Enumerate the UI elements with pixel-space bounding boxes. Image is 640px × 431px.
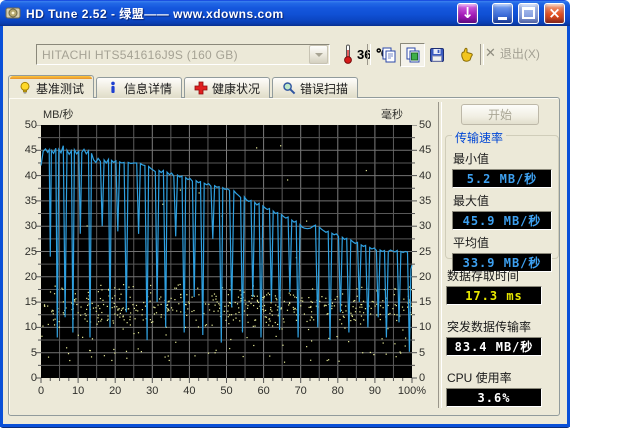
cpu-usage-label: CPU 使用率 bbox=[447, 371, 512, 385]
toolbar-separator bbox=[480, 44, 484, 65]
client-area: HITACHI HTS541616J9S (160 GB) 36 ℃ bbox=[0, 26, 570, 427]
y-tick-label-right: 40 bbox=[419, 169, 432, 182]
options-button[interactable] bbox=[453, 43, 478, 67]
left-axis-title: MB/秒 bbox=[43, 109, 74, 121]
y-tick-label-right: 20 bbox=[419, 270, 432, 283]
y-tick-label-left: 50 bbox=[24, 119, 37, 131]
x-tick-label: 100% bbox=[397, 385, 427, 397]
burst-rate-value: 83.4 MB/秒 bbox=[446, 337, 542, 356]
save-button[interactable] bbox=[424, 43, 449, 67]
y-tick-label-left: 35 bbox=[24, 194, 37, 207]
group-title: 传输速率 bbox=[452, 129, 507, 146]
x-tick-label: 10 bbox=[71, 385, 85, 397]
tab-error-scan[interactable]: 错误扫描 bbox=[272, 77, 359, 98]
y-tick-label-left: 45 bbox=[24, 144, 37, 157]
x-tick-label: 20 bbox=[109, 385, 122, 397]
close-icon: × bbox=[548, 3, 561, 22]
y-tick-label-right: 5 bbox=[419, 346, 426, 359]
exit-button[interactable]: ✕ 退出(X) bbox=[485, 45, 540, 62]
magnifier-icon bbox=[283, 82, 296, 95]
maximize-icon bbox=[522, 7, 535, 19]
extra-stats: 数据存取时间 17.3 ms 突发数据传输率 83.4 MB/秒 CPU 使用率… bbox=[446, 267, 550, 420]
access-time-value: 17.3 ms bbox=[446, 286, 542, 305]
burst-rate-label: 突发数据传输率 bbox=[447, 320, 532, 334]
y-tick-label-right: 45 bbox=[419, 144, 432, 157]
tab-label: 健康状况 bbox=[212, 81, 261, 96]
y-tick-label-left: 5 bbox=[30, 346, 37, 359]
minimize-button[interactable] bbox=[492, 2, 513, 24]
desktop: HD Tune 2.52 - 绿盟—— www.xdowns.com ↓ × H… bbox=[0, 0, 640, 431]
hd-tune-window: HD Tune 2.52 - 绿盟—— www.xdowns.com ↓ × H… bbox=[0, 0, 570, 427]
window-title: HD Tune 2.52 - 绿盟—— www.xdowns.com bbox=[26, 6, 284, 21]
y-tick-label-right: 10 bbox=[419, 321, 432, 334]
y-tick-label-right: 15 bbox=[419, 296, 432, 309]
tab-benchmark[interactable]: 基准测试 bbox=[8, 75, 95, 98]
right-axis-title: 毫秒 bbox=[381, 109, 403, 121]
options-hand-icon bbox=[460, 47, 473, 62]
copy-button[interactable] bbox=[376, 43, 401, 67]
exit-label: 退出(X) bbox=[499, 47, 540, 61]
y-tick-label-left: 25 bbox=[24, 245, 37, 258]
max-value: 45.9 MB/秒 bbox=[452, 211, 552, 230]
transfer-rate-group: 传输速率 最小值 5.2 MB/秒 最大值 45.9 MB/秒 平均值 33.9… bbox=[445, 129, 559, 272]
info-icon bbox=[111, 81, 115, 93]
y-tick-label-left: 20 bbox=[24, 270, 37, 283]
tab-bar: 基准测试 信息详情 健康状况 错误扫描 bbox=[8, 75, 360, 98]
x-tick-label: 80 bbox=[331, 385, 344, 397]
start-button[interactable]: 开始 bbox=[461, 104, 539, 125]
y-tick-label-left: 40 bbox=[24, 169, 37, 182]
tab-info[interactable]: 信息详情 bbox=[96, 77, 183, 98]
avg-label: 平均值 bbox=[453, 236, 490, 250]
x-tick-label: 0 bbox=[37, 385, 45, 397]
benchmark-page: MB/秒 毫秒 开始 传输速率 最小值 5.2 MB/秒 最大值 45.9 MB… bbox=[8, 97, 560, 416]
x-tick-label: 60 bbox=[257, 385, 270, 397]
start-button-label: 开始 bbox=[487, 108, 512, 122]
x-tick-label: 50 bbox=[220, 385, 233, 397]
maximize-button[interactable] bbox=[518, 2, 539, 24]
y-tick-label-right: 30 bbox=[419, 220, 432, 233]
thermometer-icon bbox=[344, 44, 352, 64]
toolbar-separator bbox=[367, 44, 371, 65]
copy-icon bbox=[382, 47, 395, 63]
benchmark-lightbulb-icon bbox=[20, 81, 30, 94]
titlebar: HD Tune 2.52 - 绿盟—— www.xdowns.com ↓ × bbox=[0, 0, 570, 26]
min-label: 最小值 bbox=[453, 152, 490, 166]
copy-screenshot-icon bbox=[406, 47, 419, 63]
y-tick-label-left: 0 bbox=[30, 372, 37, 384]
y-tick-label-right: 0 bbox=[419, 372, 426, 384]
tab-health[interactable]: 健康状况 bbox=[184, 77, 271, 98]
x-tick-label: 40 bbox=[183, 385, 196, 397]
x-tick-label: 90 bbox=[368, 385, 382, 397]
download-arrow-icon: ↓ bbox=[461, 3, 474, 22]
exit-x-icon: ✕ bbox=[485, 46, 496, 61]
tab-label: 错误扫描 bbox=[300, 81, 349, 96]
download-button[interactable]: ↓ bbox=[457, 2, 478, 24]
tab-label: 基准测试 bbox=[36, 81, 85, 96]
app-icon bbox=[5, 7, 21, 19]
y-tick-label-right: 35 bbox=[419, 194, 432, 207]
copy-screenshot-button[interactable] bbox=[400, 43, 425, 67]
health-cross-icon bbox=[194, 81, 208, 95]
y-tick-label-right: 25 bbox=[419, 245, 432, 258]
min-value: 5.2 MB/秒 bbox=[452, 169, 552, 188]
y-tick-label-right: 50 bbox=[419, 119, 432, 131]
minimize-icon bbox=[498, 16, 507, 20]
save-icon bbox=[429, 48, 444, 62]
cpu-usage-value: 3.6% bbox=[446, 388, 542, 407]
x-tick-label: 70 bbox=[294, 385, 307, 397]
drive-select[interactable]: HITACHI HTS541616J9S (160 GB) bbox=[36, 44, 330, 65]
y-tick-label-left: 30 bbox=[24, 220, 37, 233]
benchmark-chart bbox=[36, 125, 417, 383]
drive-select-value: HITACHI HTS541616J9S (160 GB) bbox=[42, 47, 238, 62]
chevron-down-icon[interactable] bbox=[309, 45, 328, 64]
y-tick-label-left: 10 bbox=[24, 321, 37, 334]
close-button[interactable]: × bbox=[544, 2, 565, 24]
tab-label: 信息详情 bbox=[124, 81, 173, 96]
x-tick-label: 30 bbox=[146, 385, 159, 397]
access-time-label: 数据存取时间 bbox=[447, 269, 520, 283]
max-label: 最大值 bbox=[453, 194, 490, 208]
y-tick-label-left: 15 bbox=[24, 296, 37, 309]
